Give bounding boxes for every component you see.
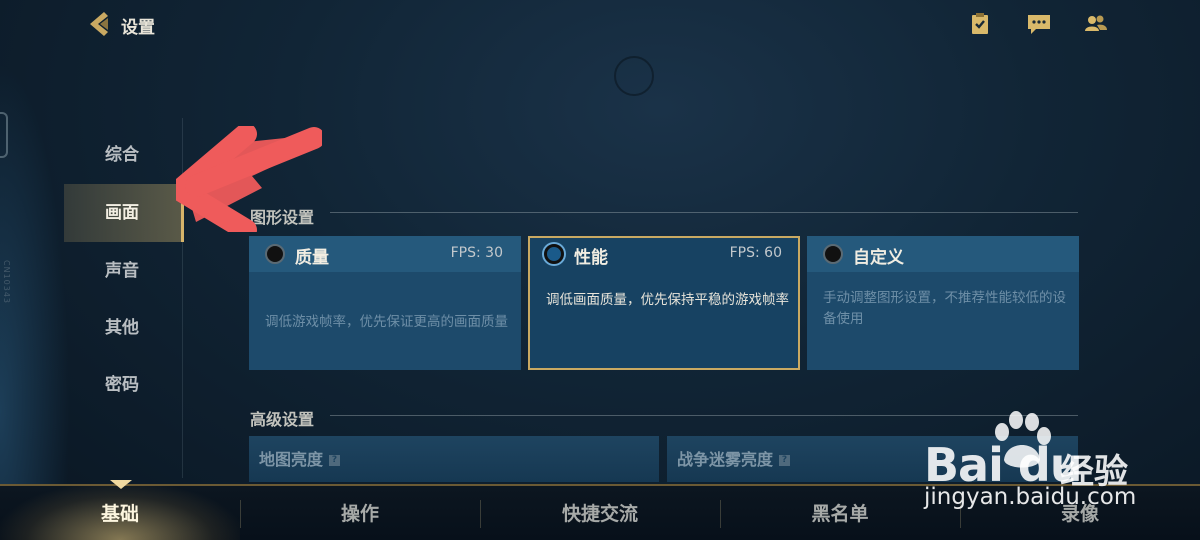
help-icon[interactable]: ?	[779, 455, 791, 466]
active-tab-indicator	[110, 480, 132, 489]
sidebar-item-label: 密码	[105, 375, 139, 395]
back-button[interactable]	[86, 10, 114, 38]
sidebar-item-display[interactable]: 画面	[64, 184, 184, 242]
side-bracket-ornament	[0, 112, 8, 158]
option-fps: FPS: 30	[450, 245, 503, 261]
map-brightness-setting[interactable]: 地图亮度?	[249, 436, 659, 482]
red-arrow-annotation	[176, 126, 322, 232]
chat-button[interactable]	[1026, 12, 1052, 36]
graphics-option-quality[interactable]: 质量 FPS: 30 调低游戏帧率，优先保证更高的画面质量	[249, 236, 521, 370]
help-icon[interactable]: ?	[329, 455, 341, 466]
sidebar-item-label: 声音	[105, 261, 139, 281]
tab-basic[interactable]: 基础	[0, 484, 240, 540]
radio-button-selected[interactable]	[544, 244, 564, 264]
option-description: 调低画面质量，优先保持平稳的游戏帧率	[546, 292, 789, 308]
friends-icon	[1085, 15, 1107, 31]
option-fps: FPS: 60	[729, 245, 782, 261]
friends-button[interactable]	[1083, 12, 1109, 36]
graphics-option-performance[interactable]: 性能 FPS: 60 调低画面质量，优先保持平稳的游戏帧率	[528, 236, 800, 370]
tab-controls[interactable]: 操作	[240, 484, 480, 540]
sidebar-item-sound[interactable]: 声音	[64, 242, 184, 300]
chat-icon	[1028, 15, 1050, 34]
sidebar-item-label: 综合	[105, 145, 139, 165]
setting-label: 战争迷雾亮度?	[677, 446, 791, 470]
radio-button[interactable]	[823, 244, 843, 264]
graphics-option-custom[interactable]: 自定义 手动调整图形设置，不推荐性能较低的设备使用	[807, 236, 1079, 370]
section-divider	[330, 212, 1078, 213]
page-title: 设置	[121, 18, 155, 38]
sidebar-item-label: 画面	[105, 203, 139, 223]
tab-quick-chat[interactable]: 快捷交流	[480, 484, 720, 540]
option-description: 调低游戏帧率，优先保证更高的画面质量	[265, 314, 508, 330]
back-icon	[90, 12, 108, 36]
option-description: 手动调整图形设置，不推荐性能较低的设备使用	[823, 290, 1066, 327]
option-name: 质量	[295, 248, 329, 268]
option-name: 性能	[574, 248, 608, 268]
setting-label: 地图亮度?	[259, 446, 341, 470]
tasks-button[interactable]	[968, 12, 994, 36]
sidebar-item-password[interactable]: 密码	[64, 356, 184, 414]
sidebar-item-general[interactable]: 综合	[64, 126, 184, 184]
option-name: 自定义	[853, 248, 904, 268]
side-build-label: CN10343	[2, 260, 11, 305]
watermark-url: jingyan.baidu.com	[924, 484, 1137, 510]
option-header	[807, 236, 1079, 272]
sidebar-item-other[interactable]: 其他	[64, 299, 184, 357]
advanced-section-title: 高级设置	[250, 410, 315, 429]
radio-button[interactable]	[265, 244, 285, 264]
background-ornament	[614, 56, 654, 96]
clipboard-check-icon	[972, 13, 988, 34]
sidebar-item-label: 其他	[105, 318, 139, 338]
baidu-jingyan-watermark: Bai du 经验 jingyan.baidu.com	[918, 410, 1148, 514]
